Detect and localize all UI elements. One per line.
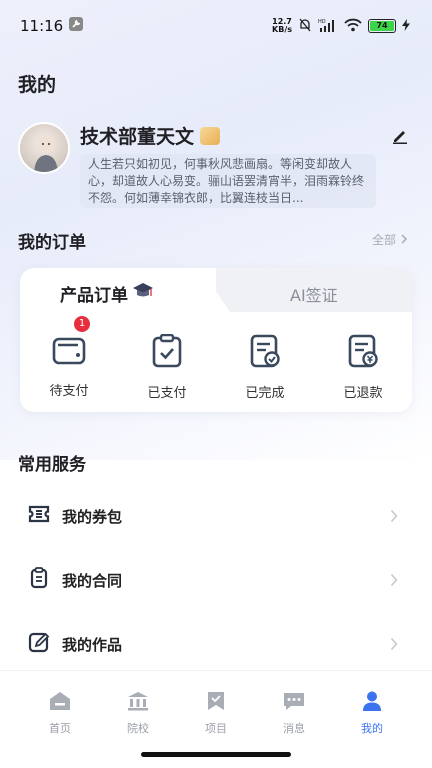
coupon-icon xyxy=(28,503,50,529)
orders-all-label: 全部 xyxy=(371,233,396,247)
nav-item-home[interactable]: 首页 xyxy=(21,671,99,768)
order-item-label: 已退款 xyxy=(343,386,383,401)
nav-item-label: 项目 xyxy=(205,722,227,735)
battery-level: 74 xyxy=(370,21,394,31)
graduation-cap-icon xyxy=(132,282,154,305)
document-check-icon xyxy=(248,334,282,372)
tab-product-orders-label[interactable]: 产品订单 xyxy=(60,281,154,306)
nav-item-label: 院校 xyxy=(127,722,149,735)
order-item-refunded[interactable]: 已退款 xyxy=(314,334,412,401)
wrench-icon xyxy=(69,17,84,35)
nav-item-label: 我的 xyxy=(361,722,383,735)
nav-item-label: 消息 xyxy=(283,722,305,735)
signal-icon: HD xyxy=(318,18,338,34)
battery-icon: 74 xyxy=(368,19,396,33)
profile-name[interactable]: 技术部董天文 xyxy=(80,122,221,149)
order-item-label: 已完成 xyxy=(245,386,285,401)
order-item-completed[interactable]: 已完成 xyxy=(216,334,314,401)
edit-icon[interactable] xyxy=(392,128,408,148)
contract-icon xyxy=(28,567,50,593)
service-item-coupons[interactable]: 我的券包 xyxy=(28,496,404,536)
services-section-title: 常用服务 xyxy=(18,455,86,475)
service-item-contracts[interactable]: 我的合同 xyxy=(28,560,404,600)
message-icon xyxy=(283,691,305,714)
network-speed: 12.7 KB/s xyxy=(272,17,292,34)
profile-bio: 人生若只如初见，何事秋风悲画扇。等闲变却故人心，却道故人心易变。骊山语罢清宵半，… xyxy=(80,154,376,208)
order-item-pending-payment[interactable]: 1 待支付 xyxy=(20,316,118,401)
page-title: 我的 xyxy=(18,74,57,96)
works-icon xyxy=(28,631,50,657)
wifi-icon xyxy=(344,18,362,34)
orders-section-title: 我的订单 xyxy=(18,233,86,253)
order-item-paid[interactable]: 已支付 xyxy=(118,333,216,401)
pending-count-badge: 1 xyxy=(74,316,90,332)
mute-bell-icon xyxy=(298,18,312,34)
nav-item-profile[interactable]: 我的 xyxy=(333,671,411,768)
svg-text:HD: HD xyxy=(318,19,326,25)
nav-item-label: 首页 xyxy=(49,722,71,735)
chevron-right-icon xyxy=(390,508,398,527)
chevron-right-icon xyxy=(390,636,398,655)
orders-all-link[interactable]: 全部 xyxy=(372,231,408,248)
service-item-label: 我的券包 xyxy=(62,507,123,526)
user-icon xyxy=(362,691,382,714)
wallet-icon xyxy=(52,334,86,370)
avatar[interactable] xyxy=(18,122,70,174)
order-item-label: 待支付 xyxy=(49,384,89,399)
charging-icon xyxy=(402,19,410,33)
service-item-label: 我的作品 xyxy=(62,635,123,654)
status-time: 11:16 xyxy=(20,17,64,35)
profile-name-text: 技术部董天文 xyxy=(80,126,195,148)
service-item-works[interactable]: 我的作品 xyxy=(28,624,404,664)
order-card: 产品订单 AI签证 1 待支付 已支付 已完成 已退款 xyxy=(20,268,412,412)
vip-badge-icon xyxy=(200,126,221,145)
order-item-label: 已支付 xyxy=(147,386,187,401)
order-status-list: 1 待支付 已支付 已完成 已退款 xyxy=(20,316,412,401)
status-left: 11:16 xyxy=(20,17,84,35)
bookmark-icon xyxy=(207,691,225,714)
clipboard-check-icon xyxy=(150,333,184,372)
chevron-right-icon xyxy=(400,233,408,247)
school-icon xyxy=(127,691,149,714)
status-right: 12.7 KB/s HD 74 xyxy=(272,18,410,34)
status-bar: 11:16 12.7 KB/s HD 74 xyxy=(0,0,432,52)
refund-document-icon xyxy=(346,334,380,372)
service-item-label: 我的合同 xyxy=(62,571,123,590)
home-indicator[interactable] xyxy=(141,752,291,757)
tab-ai-visa-label[interactable]: AI签证 xyxy=(290,282,338,306)
home-icon xyxy=(49,691,71,714)
chevron-right-icon xyxy=(390,572,398,591)
